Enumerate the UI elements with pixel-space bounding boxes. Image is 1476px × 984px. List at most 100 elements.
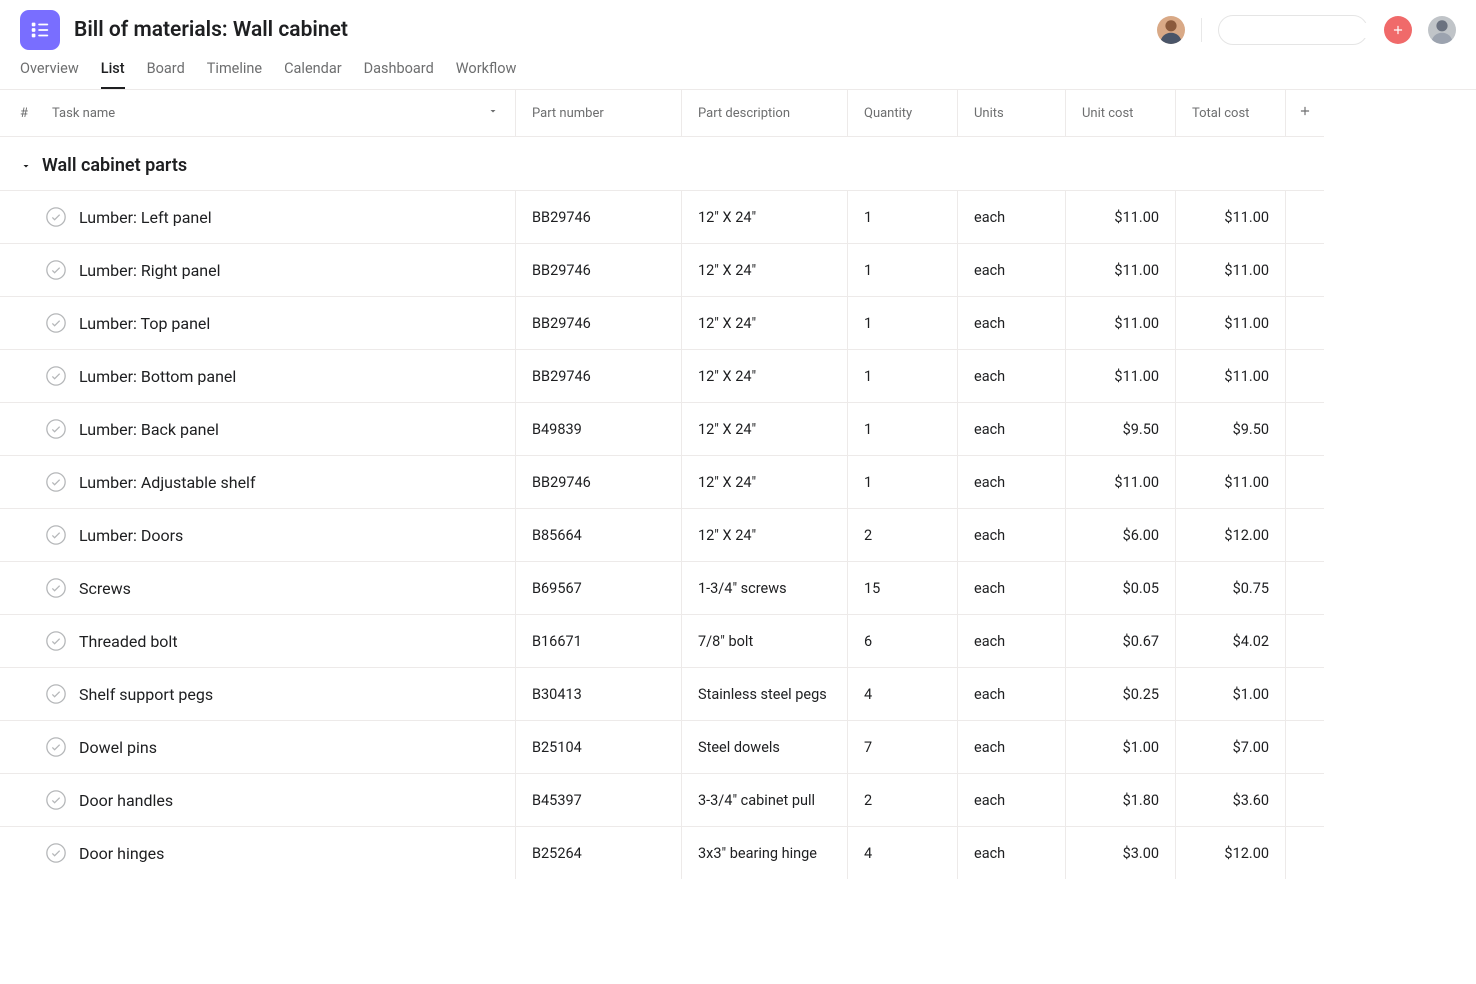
units-cell[interactable]: each	[958, 243, 1066, 296]
description-cell[interactable]: 12" X 24"	[682, 349, 848, 402]
description-cell[interactable]: 1-3/4" screws	[682, 561, 848, 614]
total-cost-cell[interactable]: $11.00	[1176, 243, 1286, 296]
task-row[interactable]: Threaded bolt	[0, 614, 516, 667]
description-cell[interactable]: 12" X 24"	[682, 402, 848, 455]
complete-check-icon[interactable]	[45, 259, 67, 281]
unit-cost-cell[interactable]: $0.05	[1066, 561, 1176, 614]
total-cost-cell[interactable]: $3.60	[1176, 773, 1286, 826]
tab-calendar[interactable]: Calendar	[284, 60, 342, 89]
total-cost-cell[interactable]: $11.00	[1176, 455, 1286, 508]
total-cost-cell[interactable]: $4.02	[1176, 614, 1286, 667]
complete-check-icon[interactable]	[45, 418, 67, 440]
description-cell[interactable]: Steel dowels	[682, 720, 848, 773]
complete-check-icon[interactable]	[45, 312, 67, 334]
unit-cost-cell[interactable]: $11.00	[1066, 243, 1176, 296]
units-cell[interactable]: each	[958, 773, 1066, 826]
part-number-cell[interactable]: B45397	[516, 773, 682, 826]
task-row[interactable]: Door handles	[0, 773, 516, 826]
column-part-number[interactable]: Part number	[516, 90, 682, 137]
unit-cost-cell[interactable]: $3.00	[1066, 826, 1176, 879]
total-cost-cell[interactable]: $12.00	[1176, 826, 1286, 879]
description-cell[interactable]: 3-3/4" cabinet pull	[682, 773, 848, 826]
quantity-cell[interactable]: 1	[848, 243, 958, 296]
column-quantity[interactable]: Quantity	[848, 90, 958, 137]
units-cell[interactable]: each	[958, 614, 1066, 667]
complete-check-icon[interactable]	[45, 736, 67, 758]
task-row[interactable]: Lumber: Back panel	[0, 402, 516, 455]
add-button[interactable]	[1384, 16, 1412, 44]
total-cost-cell[interactable]: $11.00	[1176, 349, 1286, 402]
unit-cost-cell[interactable]: $11.00	[1066, 190, 1176, 243]
complete-check-icon[interactable]	[45, 471, 67, 493]
project-icon[interactable]	[20, 10, 60, 50]
quantity-cell[interactable]: 15	[848, 561, 958, 614]
quantity-cell[interactable]: 2	[848, 508, 958, 561]
complete-check-icon[interactable]	[45, 630, 67, 652]
user-avatar-1[interactable]	[1157, 16, 1185, 44]
section-header[interactable]: Wall cabinet parts	[0, 137, 1476, 190]
unit-cost-cell[interactable]: $9.50	[1066, 402, 1176, 455]
part-number-cell[interactable]: BB29746	[516, 190, 682, 243]
quantity-cell[interactable]: 1	[848, 296, 958, 349]
unit-cost-cell[interactable]: $6.00	[1066, 508, 1176, 561]
description-cell[interactable]: 12" X 24"	[682, 243, 848, 296]
task-row[interactable]: Door hinges	[0, 826, 516, 879]
part-number-cell[interactable]: BB29746	[516, 455, 682, 508]
description-cell[interactable]: 12" X 24"	[682, 296, 848, 349]
tab-overview[interactable]: Overview	[20, 60, 79, 89]
task-row[interactable]: Lumber: Left panel	[0, 190, 516, 243]
unit-cost-cell[interactable]: $1.80	[1066, 773, 1176, 826]
task-row[interactable]: Lumber: Right panel	[0, 243, 516, 296]
tab-timeline[interactable]: Timeline	[207, 60, 262, 89]
complete-check-icon[interactable]	[45, 789, 67, 811]
quantity-cell[interactable]: 6	[848, 614, 958, 667]
complete-check-icon[interactable]	[45, 524, 67, 546]
description-cell[interactable]: 12" X 24"	[682, 190, 848, 243]
unit-cost-cell[interactable]: $1.00	[1066, 720, 1176, 773]
column-total-cost[interactable]: Total cost	[1176, 90, 1286, 137]
complete-check-icon[interactable]	[45, 842, 67, 864]
quantity-cell[interactable]: 1	[848, 349, 958, 402]
complete-check-icon[interactable]	[45, 206, 67, 228]
tab-board[interactable]: Board	[147, 60, 185, 89]
quantity-cell[interactable]: 1	[848, 455, 958, 508]
complete-check-icon[interactable]	[45, 577, 67, 599]
description-cell[interactable]: 3x3" bearing hinge	[682, 826, 848, 879]
part-number-cell[interactable]: BB29746	[516, 296, 682, 349]
task-row[interactable]: Lumber: Bottom panel	[0, 349, 516, 402]
search-box[interactable]	[1218, 15, 1368, 45]
task-row[interactable]: Shelf support pegs	[0, 667, 516, 720]
quantity-cell[interactable]: 2	[848, 773, 958, 826]
task-row[interactable]: Lumber: Doors	[0, 508, 516, 561]
task-row[interactable]: Lumber: Top panel	[0, 296, 516, 349]
quantity-cell[interactable]: 4	[848, 826, 958, 879]
column-units[interactable]: Units	[958, 90, 1066, 137]
task-row[interactable]: Lumber: Adjustable shelf	[0, 455, 516, 508]
user-avatar-2[interactable]	[1428, 16, 1456, 44]
units-cell[interactable]: each	[958, 720, 1066, 773]
total-cost-cell[interactable]: $0.75	[1176, 561, 1286, 614]
units-cell[interactable]: each	[958, 667, 1066, 720]
units-cell[interactable]: each	[958, 455, 1066, 508]
part-number-cell[interactable]: BB29746	[516, 349, 682, 402]
unit-cost-cell[interactable]: $11.00	[1066, 455, 1176, 508]
part-number-cell[interactable]: B85664	[516, 508, 682, 561]
tab-dashboard[interactable]: Dashboard	[364, 60, 434, 89]
unit-cost-cell[interactable]: $11.00	[1066, 349, 1176, 402]
quantity-cell[interactable]: 7	[848, 720, 958, 773]
task-row[interactable]: Screws	[0, 561, 516, 614]
part-number-cell[interactable]: B69567	[516, 561, 682, 614]
unit-cost-cell[interactable]: $0.25	[1066, 667, 1176, 720]
task-row[interactable]: Dowel pins	[0, 720, 516, 773]
complete-check-icon[interactable]	[45, 365, 67, 387]
description-cell[interactable]: 12" X 24"	[682, 508, 848, 561]
complete-check-icon[interactable]	[45, 683, 67, 705]
quantity-cell[interactable]: 1	[848, 402, 958, 455]
total-cost-cell[interactable]: $11.00	[1176, 296, 1286, 349]
quantity-cell[interactable]: 4	[848, 667, 958, 720]
part-number-cell[interactable]: B16671	[516, 614, 682, 667]
units-cell[interactable]: each	[958, 190, 1066, 243]
total-cost-cell[interactable]: $9.50	[1176, 402, 1286, 455]
part-number-cell[interactable]: BB29746	[516, 243, 682, 296]
column-part-description[interactable]: Part description	[682, 90, 848, 137]
